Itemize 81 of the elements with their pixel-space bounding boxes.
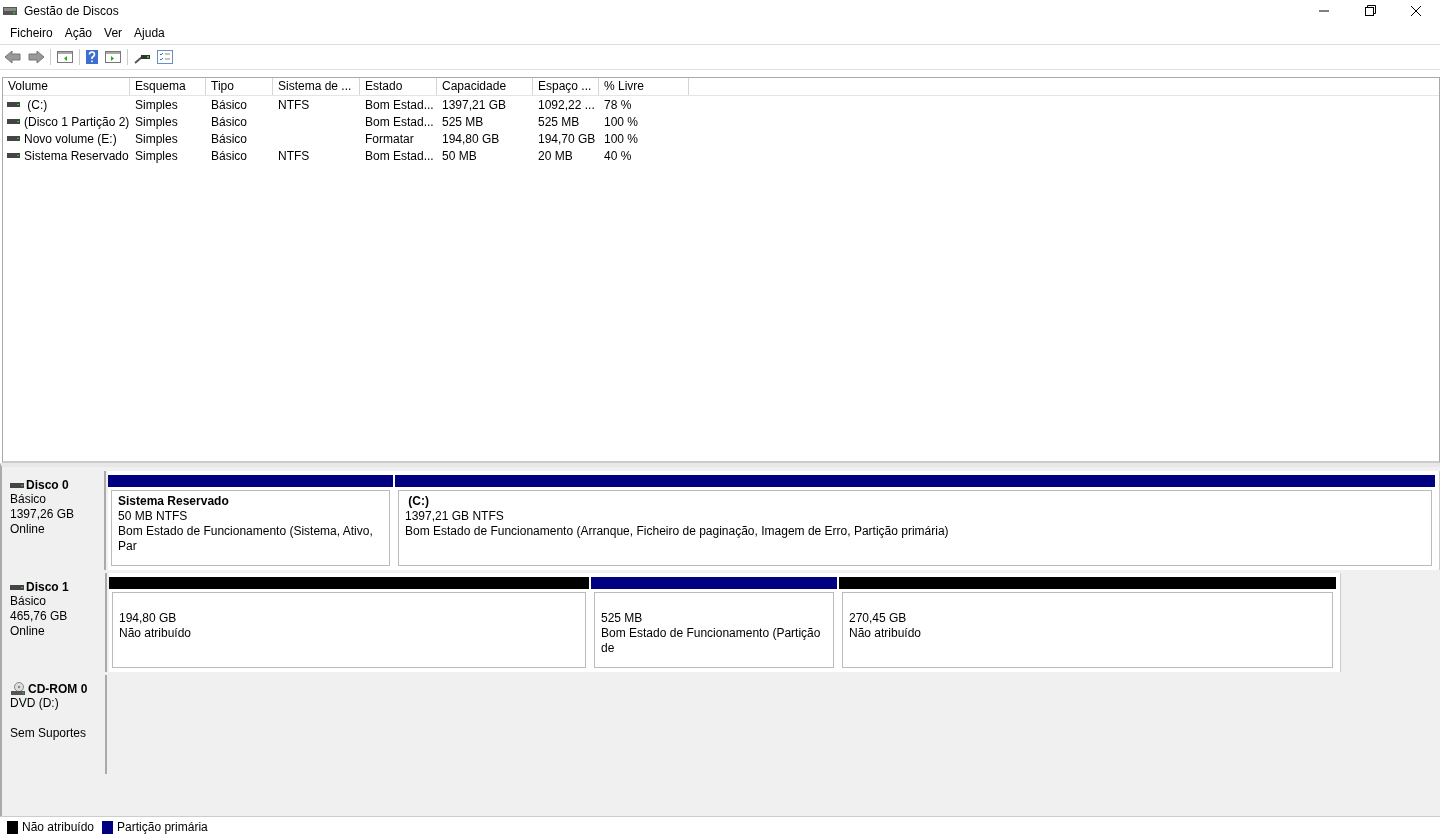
disk-detail: Básico	[10, 492, 48, 507]
table-cell: 525 MB	[538, 114, 580, 129]
table-cell: Simples	[135, 97, 178, 112]
table-cell: Bom Estad...	[365, 97, 434, 112]
table-cell: 194,70 GB	[538, 131, 596, 146]
table-cell: Novo volume (E:)	[24, 131, 117, 146]
table-cell: Simples	[135, 114, 178, 129]
disk-detail: 465,76 GB	[10, 609, 69, 624]
partition-detail: Bom Estado de Funcionamento (Partição de	[601, 626, 822, 656]
partition-name: (C:)	[407, 494, 430, 509]
disk-detail: Sem Suportes	[10, 726, 88, 741]
forward-arrow-icon[interactable]	[27, 49, 45, 65]
partition-detail: 525 MB	[601, 611, 644, 626]
menu-item[interactable]: Ver	[98, 26, 129, 40]
partition-detail: 50 MB NTFS	[118, 509, 189, 524]
partition-detail: Bom Estado de Funcionamento (Arranque, Ficheiro de paginação, Imagem de Erro, Partição primária)	[405, 524, 950, 539]
back-arrow-icon[interactable]	[4, 49, 22, 65]
drive-icon	[7, 102, 20, 107]
table-cell: Básico	[211, 114, 248, 129]
menu-item[interactable]: Ação	[58, 26, 99, 40]
table-cell: 78 %	[604, 97, 632, 112]
column-header[interactable]: % Livre	[599, 78, 689, 95]
drive-icon	[7, 136, 20, 141]
table-cell: 100 %	[604, 131, 639, 146]
disk-detail: Online	[10, 624, 46, 639]
disk-detail: Online	[10, 522, 46, 537]
table-cell-text: (C:)	[26, 97, 48, 112]
column-header[interactable]: Volume	[3, 78, 130, 95]
drive-icon	[10, 584, 24, 590]
checklist-icon[interactable]	[156, 49, 174, 65]
table-cell: Sistema Reservado	[24, 148, 129, 163]
disk-detail: 1397,26 GB	[10, 507, 76, 522]
table-cell: NTFS	[278, 148, 310, 163]
table-cell: 525 MB	[442, 114, 484, 129]
disk-name: CD-ROM 0	[28, 682, 88, 696]
table-cell: Básico	[211, 131, 248, 146]
legend-label: Não atribuído	[22, 820, 95, 834]
drive-icon	[7, 119, 20, 124]
drive-icon	[7, 153, 20, 158]
partition-detail: 270,45 GB	[849, 611, 908, 626]
table-cell: Bom Estad...	[365, 148, 434, 163]
column-header[interactable]: Esquema	[130, 78, 206, 95]
disk-name: Disco 1	[26, 580, 69, 594]
table-cell: 1092,22 ...	[538, 97, 595, 112]
console-tree-icon[interactable]	[56, 49, 74, 65]
menu-item[interactable]: Ajuda	[128, 26, 171, 40]
column-header[interactable]: Tipo	[206, 78, 273, 95]
column-header[interactable]: Espaço ...	[533, 78, 599, 95]
table-cell: 1397,21 GB	[442, 97, 507, 112]
disk-detail: DVD (D:)	[10, 696, 60, 711]
table-cell: (Disco 1 Partição 2)	[24, 114, 130, 129]
partition-detail: 194,80 GB	[119, 611, 178, 626]
table-cell: Bom Estad...	[365, 114, 434, 129]
table-cell: NTFS	[278, 97, 310, 112]
column-header[interactable]: Capacidade	[437, 78, 533, 95]
disk-name: Disco 0	[26, 478, 69, 492]
help-icon[interactable]	[85, 49, 99, 65]
table-cell: 20 MB	[538, 148, 573, 163]
menu-item[interactable]: Ficheiro	[4, 26, 59, 40]
table-cell: Básico	[211, 148, 248, 163]
partition-name: Sistema Reservado	[118, 494, 230, 509]
partition-detail: Não atribuído	[849, 626, 923, 641]
table-cell: 50 MB	[442, 148, 477, 163]
table-cell: Formatar	[365, 131, 414, 146]
column-header[interactable]: Estado	[360, 78, 437, 95]
partition-detail: 1397,21 GB NTFS	[405, 509, 505, 524]
table-cell: 40 %	[604, 148, 632, 163]
table-cell: Simples	[135, 131, 178, 146]
action-pane-icon[interactable]	[104, 49, 122, 65]
optical-drive-icon	[10, 682, 26, 696]
partition-detail: Não atribuído	[119, 626, 193, 641]
table-cell: 100 %	[604, 114, 639, 129]
table-cell: Básico	[211, 97, 248, 112]
window-title: Gestão de Discos	[24, 4, 120, 18]
table-cell: 194,80 GB	[442, 131, 500, 146]
disk-detail: Básico	[10, 594, 48, 609]
drive-icon	[10, 482, 24, 488]
partition-detail: Bom Estado de Funcionamento (Sistema, Ativo, Par	[118, 524, 374, 554]
legend-label: Partição primária	[117, 820, 208, 834]
column-header[interactable]: Sistema de ...	[273, 78, 360, 95]
table-cell: Simples	[135, 148, 178, 163]
